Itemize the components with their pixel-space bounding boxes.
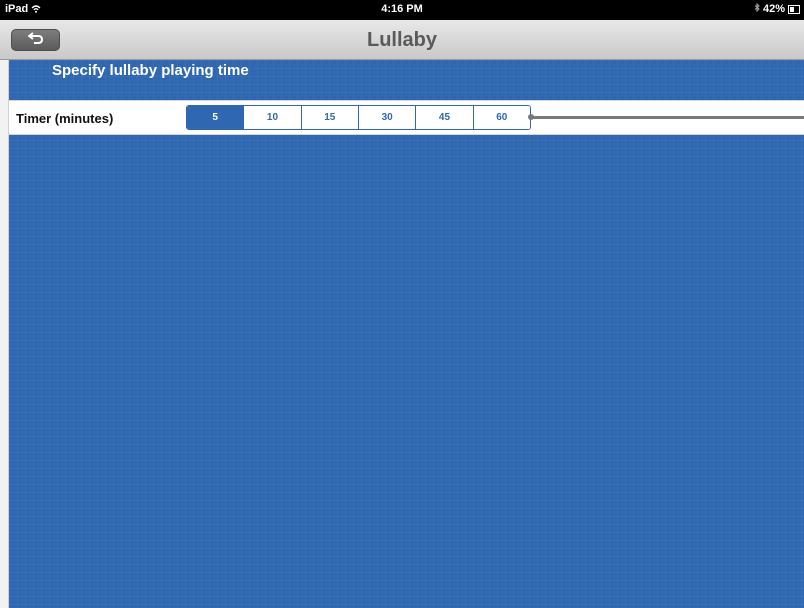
battery-icon xyxy=(788,4,800,14)
page-title: Lullaby xyxy=(366,29,437,51)
battery-percent: 42% xyxy=(762,3,785,15)
status-time: 4:16 PM xyxy=(381,3,423,15)
timer-label: Timer (minutes) xyxy=(16,111,114,126)
nav-bar: Lullaby xyxy=(0,20,804,60)
timer-option-45[interactable]: 45 xyxy=(415,106,473,129)
status-right: 42% xyxy=(754,2,800,15)
connector-line xyxy=(531,116,804,119)
status-bar: iPad 4:16 PM 42% xyxy=(0,0,804,20)
timer-option-15[interactable]: 15 xyxy=(300,106,358,129)
timer-option-30[interactable]: 30 xyxy=(357,106,416,129)
content-area xyxy=(9,60,804,608)
left-edge xyxy=(0,60,9,608)
section-header: Specify lullaby playing time xyxy=(52,62,249,79)
timer-option-60[interactable]: 60 xyxy=(472,106,530,129)
timer-option-5[interactable]: 5 xyxy=(187,106,244,129)
timer-option-10[interactable]: 10 xyxy=(243,106,301,129)
bluetooth-icon xyxy=(754,2,760,15)
timer-row: Timer (minutes) 5 10 15 30 45 60 xyxy=(9,100,804,135)
timer-segmented-control: 5 10 15 30 45 60 xyxy=(186,105,531,130)
